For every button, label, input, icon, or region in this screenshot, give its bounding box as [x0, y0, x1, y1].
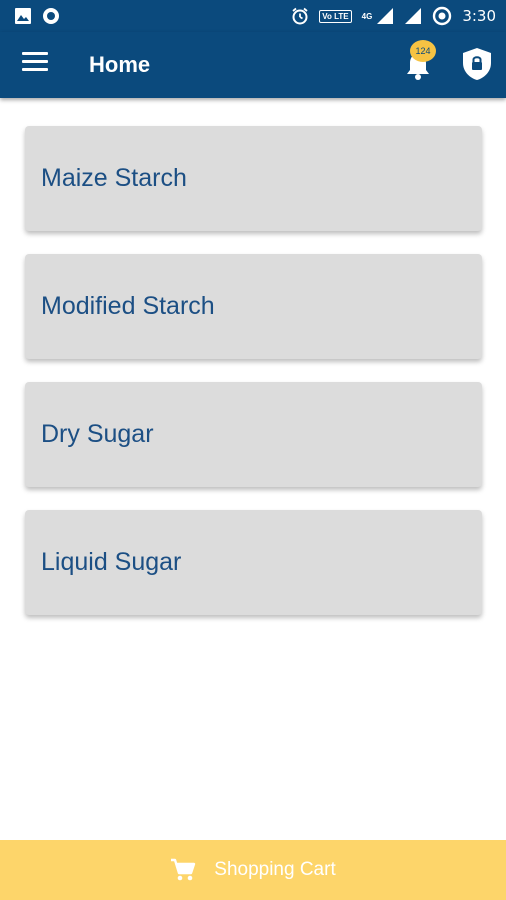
category-card-modified-starch[interactable]: Modified Starch — [25, 254, 482, 359]
category-list: Maize Starch Modified Starch Dry Sugar L… — [25, 126, 482, 638]
shield-lock-icon — [463, 48, 491, 80]
security-button[interactable] — [460, 46, 494, 82]
volte-indicator: Vo LTE — [319, 9, 352, 23]
menu-icon — [22, 52, 48, 55]
status-bar-right: Vo LTE 4G 3:30 — [291, 6, 496, 26]
app-bar: Home 124 — [0, 32, 506, 98]
gallery-icon — [15, 8, 31, 24]
alarm-icon — [292, 7, 308, 25]
page-title: Home — [89, 52, 151, 77]
battery-saver-icon — [433, 6, 452, 26]
clock: 3:30 — [462, 7, 496, 25]
signal-icon-2 — [405, 8, 422, 24]
category-card-maize-starch[interactable]: Maize Starch — [25, 126, 482, 231]
notification-badge: 124 — [410, 40, 436, 62]
status-bar-left — [14, 7, 60, 25]
network-type: 4G — [361, 12, 373, 21]
category-card-dry-sugar[interactable]: Dry Sugar — [25, 382, 482, 487]
signal-icon — [377, 8, 394, 24]
cart-icon — [171, 858, 196, 881]
sync-icon — [43, 8, 59, 24]
shopping-cart-button[interactable]: Shopping Cart — [0, 840, 506, 900]
category-card-liquid-sugar[interactable]: Liquid Sugar — [25, 510, 482, 615]
menu-button[interactable] — [22, 52, 48, 76]
shopping-cart-label: Shopping Cart — [214, 859, 336, 880]
status-bar: Vo LTE 4G 3:30 — [0, 0, 506, 32]
